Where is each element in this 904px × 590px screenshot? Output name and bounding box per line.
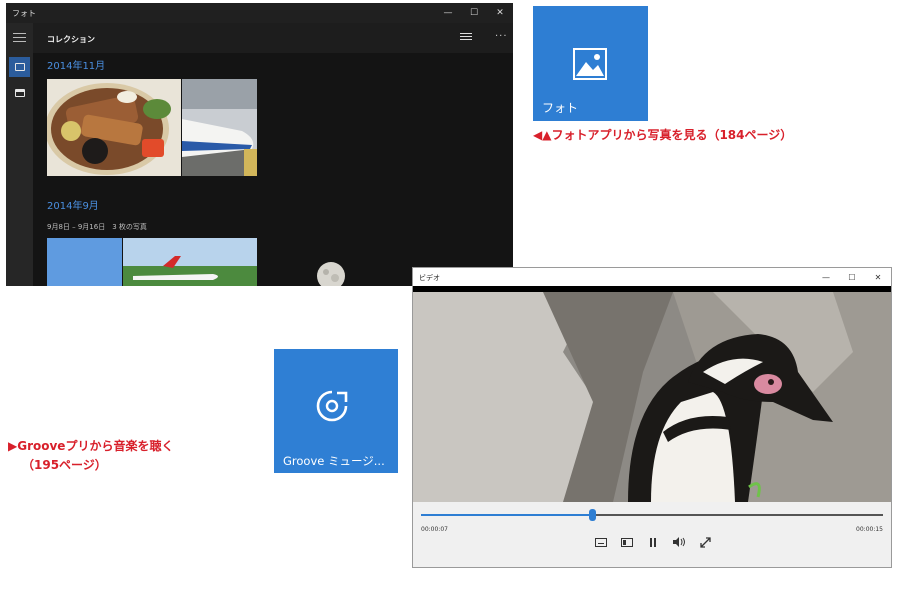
photo-thumbnail-sky[interactable] [47,238,122,286]
seek-progress [421,514,592,516]
group-date-heading[interactable]: 2014年9月 [47,197,99,212]
photo-icon [573,48,607,80]
maximize-button[interactable]: ☐ [461,3,487,23]
page-title: コレクション [47,35,95,44]
subtitles-icon [595,537,607,547]
hamburger-icon[interactable] [13,33,26,42]
sidebar-item-albums[interactable] [9,83,30,103]
elapsed-time: 00:00:07 [421,526,448,533]
collection-icon [14,63,25,71]
photos-header: コレクション ··· [33,23,513,53]
album-icon [14,89,25,97]
aspect-ratio-button[interactable] [618,534,636,550]
minimize-button[interactable]: — [435,3,461,23]
video-frame[interactable] [413,292,891,502]
close-button[interactable]: ✕ [487,3,513,23]
more-options-button[interactable]: ··· [495,31,508,42]
tile-label: フォト [542,101,579,115]
video-player-window: ビデオ — ☐ ✕ 00:00:07 00:00:15 [412,267,892,568]
groove-caption-page: （195ページ） [22,458,107,472]
pause-button[interactable] [644,534,662,550]
tile-label: Groove ミュージ... [283,454,385,468]
photo-thumbnail-moon[interactable] [311,258,351,286]
groove-music-icon [316,390,348,422]
close-button[interactable]: ✕ [865,268,891,286]
group-date-range: 9月8日 – 9月16日 3 枚の写真 [47,223,147,231]
photos-title-bar[interactable]: フォト — ☐ ✕ [6,3,513,23]
fullscreen-icon [699,536,711,548]
video-title-bar[interactable]: ビデオ — ☐ ✕ [413,268,891,286]
photo-thumbnail-airplane[interactable] [123,238,257,286]
remaining-time: 00:00:15 [856,526,883,533]
groove-music-tile[interactable]: Groove ミュージ... [274,349,398,473]
maximize-button[interactable]: ☐ [839,268,865,286]
photo-thumbnail-train[interactable] [182,79,257,176]
volume-button[interactable] [670,534,688,550]
subtitles-button[interactable] [592,534,610,550]
seek-bar[interactable] [421,509,883,521]
photos-caption: ◀▲フォトアプリから写真を見る（184ページ） [533,128,793,142]
seek-handle[interactable] [588,509,596,521]
list-view-icon[interactable] [460,33,472,43]
volume-icon [672,537,685,547]
photos-app-window: フォト — ☐ ✕ コレクション ··· 2014年11月 2014年9月 9月… [6,3,513,286]
photos-window-title: フォト [12,9,36,18]
photos-app-tile[interactable]: フォト [533,6,648,121]
groove-caption: ▶Grooveプリから音楽を聴く [8,439,174,453]
fullscreen-button[interactable] [696,534,714,550]
video-controls: 00:00:07 00:00:15 [413,502,891,567]
aspect-ratio-icon [621,537,633,547]
minimize-button[interactable]: — [813,268,839,286]
pause-icon [650,537,656,547]
photos-sidebar [6,23,33,286]
photo-thumbnail-bento[interactable] [47,79,181,176]
group-date-heading[interactable]: 2014年11月 [47,57,105,72]
sidebar-item-collection[interactable] [9,57,30,77]
video-window-title: ビデオ [419,274,440,282]
